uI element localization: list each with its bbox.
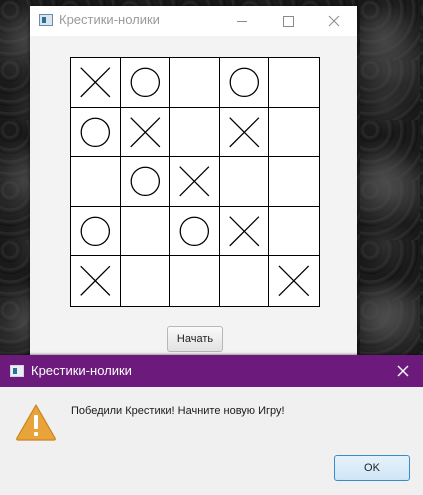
window-title: Крестики-нолики	[59, 12, 160, 27]
board-cell[interactable]	[71, 256, 121, 306]
board-cell[interactable]	[170, 256, 220, 306]
board-cell[interactable]	[170, 107, 220, 158]
dialog-title-bar[interactable]: Крестики-нолики	[0, 355, 423, 387]
board-cell[interactable]	[269, 58, 319, 108]
ok-button[interactable]: OK	[334, 455, 410, 481]
cross-mark	[278, 265, 310, 297]
cross-mark	[80, 67, 111, 98]
close-icon	[397, 365, 409, 377]
nought-mark	[130, 67, 160, 98]
board-cell[interactable]	[120, 157, 171, 207]
minimize-button[interactable]	[219, 6, 265, 36]
nought-mark	[80, 216, 111, 246]
board-cell[interactable]	[219, 206, 270, 257]
board-cell[interactable]	[269, 157, 319, 207]
board-cell[interactable]	[120, 107, 171, 158]
game-board	[70, 57, 320, 307]
close-button[interactable]	[311, 6, 357, 36]
board-cell[interactable]	[120, 256, 171, 306]
game-window: Крестики-нолики Начать	[30, 6, 357, 366]
board-cell[interactable]	[219, 256, 270, 306]
board-cell[interactable]	[219, 107, 270, 158]
nought-mark	[179, 216, 210, 246]
maximize-button[interactable]	[265, 6, 311, 36]
maximize-icon	[282, 15, 294, 27]
board-cell[interactable]	[219, 157, 270, 207]
board-cell[interactable]	[269, 256, 319, 306]
board-cell[interactable]	[71, 58, 121, 108]
board-cell[interactable]	[219, 58, 270, 108]
board-cell[interactable]	[170, 206, 220, 257]
dialog-app-icon	[10, 365, 24, 377]
board-cell[interactable]	[269, 206, 319, 257]
title-bar[interactable]: Крестики-нолики	[30, 6, 357, 36]
nought-mark	[130, 166, 160, 197]
warning-icon	[16, 404, 56, 441]
dialog-close-button[interactable]	[383, 355, 423, 387]
message-dialog: Крестики-нолики Победили Крестики! Начни…	[0, 355, 423, 495]
close-icon	[328, 15, 340, 27]
board-cell[interactable]	[120, 58, 171, 108]
minimize-icon	[237, 20, 247, 22]
cross-mark	[80, 266, 111, 297]
board-cell[interactable]	[71, 206, 121, 257]
nought-mark	[229, 67, 259, 98]
cross-mark	[129, 116, 160, 147]
cross-mark	[229, 216, 260, 247]
start-button[interactable]: Начать	[167, 326, 223, 352]
cross-mark	[179, 166, 210, 197]
app-icon	[39, 14, 53, 26]
dialog-title: Крестики-нолики	[31, 363, 132, 378]
cross-mark	[229, 116, 260, 147]
board-cell[interactable]	[269, 107, 319, 158]
board-cell[interactable]	[71, 157, 121, 207]
nought-mark	[80, 117, 111, 147]
board-cell[interactable]	[170, 157, 220, 207]
board-cell[interactable]	[120, 206, 171, 257]
dialog-message: Победили Крестики! Начните новую Игру!	[71, 405, 285, 417]
board-cell[interactable]	[71, 107, 121, 158]
board-cell[interactable]	[170, 58, 220, 108]
